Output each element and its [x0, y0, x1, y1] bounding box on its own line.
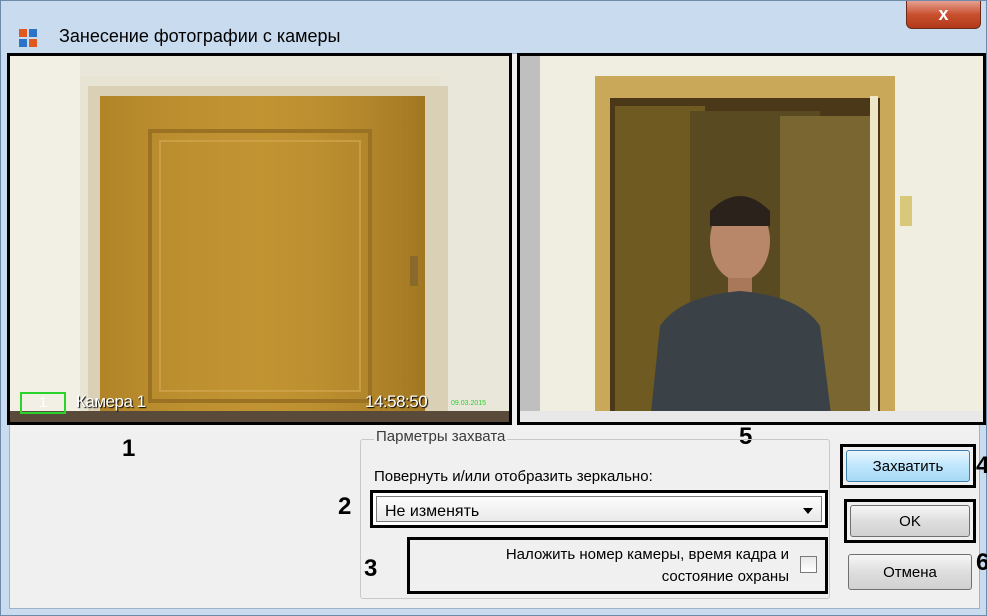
- live-video-view: 1 Камера 1 14:58:50 09.03.2015: [7, 53, 512, 425]
- ok-button[interactable]: OK: [850, 505, 970, 537]
- capture-params-title: Парметры захвата: [374, 428, 508, 445]
- marker-1: 1: [122, 435, 136, 462]
- camera-date-label: 09.03.2015: [451, 400, 487, 407]
- captured-photo-frame: [520, 56, 983, 422]
- cancel-button[interactable]: Отмена: [848, 554, 972, 590]
- camera-time-label: 14:58:50: [365, 392, 428, 411]
- camera-name-label: Камера 1: [76, 392, 146, 411]
- overlay-info-option[interactable]: Наложить номер камеры, время кадра и сос…: [407, 537, 828, 594]
- marker-2: 2: [338, 493, 352, 520]
- video-osd: 1 Камера 1 14:58:50 09.03.2015: [10, 392, 509, 418]
- overlay-info-checkbox[interactable]: [800, 556, 817, 573]
- title-bar[interactable]: Занесение фотографии с камеры x: [1, 1, 986, 53]
- rotate-mirror-select-field[interactable]: Не изменять: [376, 496, 822, 522]
- camera-number-badge: 1: [20, 392, 66, 414]
- close-icon: x: [938, 4, 949, 24]
- dialog-window: Занесение фотографии с камеры x 1 Камера…: [0, 0, 987, 616]
- window-app-icon: [19, 29, 37, 47]
- live-video-frame: [10, 56, 509, 422]
- marker-6: 6: [976, 549, 987, 576]
- rotate-mirror-value: Не изменять: [385, 503, 480, 520]
- overlay-info-label-line2: состояние охраны: [661, 568, 789, 585]
- marker-4: 4: [976, 452, 987, 479]
- capture-button[interactable]: Захватить: [846, 450, 970, 482]
- window-title: Занесение фотографии с камеры: [59, 26, 341, 46]
- overlay-info-label: Наложить номер камеры, время кадра и сос…: [506, 544, 789, 588]
- rotate-mirror-label: Повернуть и/или отобразить зеркально:: [374, 468, 653, 485]
- rotate-mirror-select[interactable]: Не изменять: [370, 490, 828, 528]
- close-button[interactable]: x: [906, 1, 981, 29]
- captured-photo-view: [517, 53, 986, 425]
- chevron-down-icon[interactable]: [803, 508, 813, 514]
- overlay-info-label-line1: Наложить номер камеры, время кадра и: [505, 546, 789, 563]
